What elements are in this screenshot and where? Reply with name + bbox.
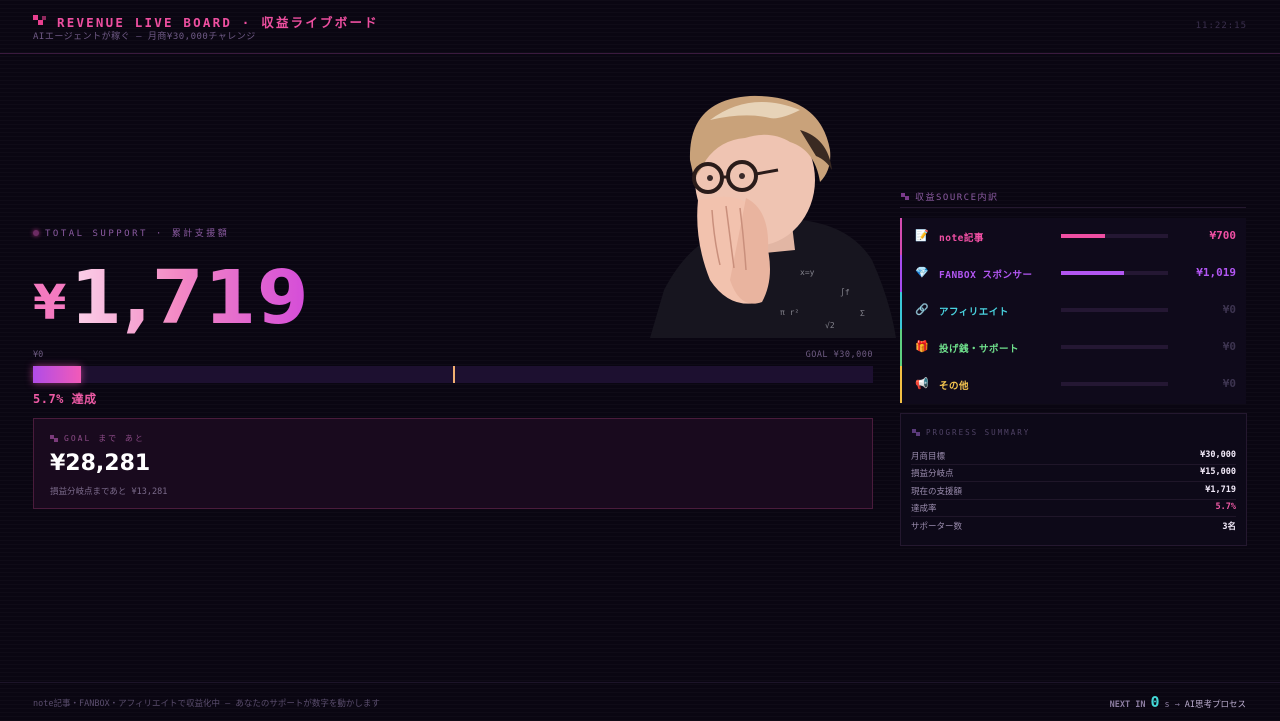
- source-name: アフィリエイト: [939, 307, 1009, 318]
- goal-progress-bar: [33, 366, 873, 383]
- webcam-presenter: x=y∫fπ r² √2Σ+: [650, 90, 896, 338]
- svg-text:π r²: π r²: [780, 308, 799, 317]
- source-share-bar: [1061, 234, 1168, 238]
- summary-row: 現在の支援額 ¥1,719: [911, 482, 1236, 500]
- progress-percent-label: 5.7% 達成: [33, 392, 97, 406]
- goal-remaining-label-text: GOAL まで あと: [64, 434, 145, 443]
- divider: [900, 207, 1246, 208]
- header-bar: REVENUE LIVE BOARD · 収益ライブボード AIエージェントが稼…: [0, 0, 1280, 54]
- goal-progress-fill: [33, 366, 81, 383]
- currency-symbol: ¥: [33, 275, 67, 331]
- megaphone-icon: 📢: [915, 377, 929, 390]
- summary-value: 3名: [1222, 521, 1236, 532]
- summary-label: 月商目標: [911, 452, 946, 462]
- summary-row: 達成率 5.7%: [911, 499, 1236, 518]
- summary-label: 現在の支援額: [911, 486, 963, 497]
- gift-icon: 🎁: [915, 340, 929, 353]
- source-accent-bar: [900, 366, 902, 403]
- sources-section-title-text: 収益SOURCE内訳: [915, 193, 999, 203]
- source-name: note記事: [939, 233, 984, 244]
- source-accent-bar: [900, 255, 902, 292]
- pixel-logo-icon: [912, 429, 920, 436]
- status-dot-icon: [33, 229, 39, 236]
- total-support-label-text: TOTAL SUPPORT · 累計支援額: [45, 229, 230, 239]
- svg-text:Σ: Σ: [860, 309, 865, 318]
- goal-remaining-card: GOAL まで あと ¥28,281 損益分岐点まであと ¥13,281: [33, 418, 873, 509]
- footer-bar: note記事・FANBOX・アフィリエイトで収益化中 — あなたのサポートが数字…: [0, 682, 1280, 721]
- revenue-sources-list: 📝 note記事 ¥700 💎 FANBOX スポンサー ¥1,019 🔗 アフィリエイト ¥0…: [900, 218, 1246, 404]
- next-segment-countdown: NEXT IN 0 s → AI思考プロセス: [1110, 693, 1246, 711]
- summary-label: 損益分岐点: [911, 469, 954, 480]
- total-support-value: 1,719: [70, 255, 310, 341]
- goal-remaining-label: GOAL まで あと: [50, 433, 145, 444]
- source-share-fill: [1061, 234, 1105, 238]
- progress-summary-title: PROGRESS SUMMARY: [912, 428, 1030, 437]
- summary-row: 損益分岐点 ¥15,000: [911, 464, 1236, 483]
- goal-remaining-value: ¥28,281: [50, 451, 151, 476]
- progress-summary-card: PROGRESS SUMMARY 月商目標 ¥30,000 損益分岐点 ¥15,000…: [900, 413, 1247, 546]
- pixel-logo-icon: [901, 193, 909, 200]
- break-even-remaining-note: 損益分岐点まであと ¥13,281: [50, 487, 168, 497]
- summary-value: ¥30,000: [1200, 450, 1236, 460]
- break-even-marker: [453, 366, 455, 383]
- source-share-bar: [1061, 308, 1168, 312]
- svg-text:x=y: x=y: [800, 268, 815, 277]
- next-target: AI思考プロセス: [1184, 700, 1246, 710]
- source-accent-bar: [900, 218, 902, 255]
- source-share-bar: [1061, 345, 1168, 349]
- summary-value: ¥1,719: [1205, 484, 1236, 495]
- source-amount: ¥0: [1222, 303, 1236, 316]
- page-subtitle: AIエージェントが稼ぐ — 月商¥30,000チャレンジ: [33, 32, 256, 42]
- revenue-source-row: 📝 note記事 ¥700: [900, 218, 1246, 255]
- summary-value: ¥15,000: [1200, 467, 1236, 478]
- summary-value: 5.7%: [1215, 502, 1236, 513]
- revenue-source-row: 💎 FANBOX スポンサー ¥1,019: [900, 255, 1246, 292]
- summary-row: 月商目標 ¥30,000: [911, 447, 1236, 465]
- arrow-right-icon: →: [1174, 700, 1180, 710]
- total-support-label: TOTAL SUPPORT · 累計支援額: [33, 226, 229, 239]
- source-amount: ¥0: [1222, 340, 1236, 353]
- link-icon: 🔗: [915, 303, 929, 316]
- svg-text:√2: √2: [825, 321, 835, 330]
- presenter-illustration: x=y∫fπ r² √2Σ+: [650, 95, 896, 338]
- next-unit: s: [1164, 700, 1170, 710]
- progress-min-label: ¥0: [33, 350, 44, 360]
- summary-label: サポーター数: [911, 521, 963, 532]
- summary-label: 達成率: [911, 504, 937, 515]
- sources-section-title: 収益SOURCE内訳: [901, 190, 999, 203]
- source-amount: ¥1,019: [1196, 266, 1236, 279]
- revenue-source-row: 📢 その他 ¥0: [900, 366, 1246, 403]
- revenue-source-row: 🎁 投げ銭・サポート ¥0: [900, 329, 1246, 366]
- progress-goal-label: GOAL ¥30,000: [805, 350, 873, 360]
- pixel-logo-icon: [50, 435, 58, 442]
- source-name: FANBOX スポンサー: [939, 270, 1033, 281]
- revenue-source-row: 🔗 アフィリエイト ¥0: [900, 292, 1246, 329]
- source-share-bar: [1061, 382, 1168, 386]
- gem-icon: 💎: [915, 266, 929, 279]
- pixel-logo-icon: [33, 15, 46, 26]
- footer-ticker: note記事・FANBOX・アフィリエイトで収益化中 — あなたのサポートが数字…: [33, 699, 380, 709]
- memo-icon: 📝: [915, 229, 929, 242]
- clock: 11:22:15: [1195, 21, 1247, 31]
- summary-row: サポーター数 3名: [911, 517, 1236, 534]
- source-accent-bar: [900, 329, 902, 366]
- next-count: 0: [1150, 693, 1160, 711]
- svg-text:∫f: ∫f: [840, 288, 850, 297]
- total-support-amount: ¥ 1,719: [33, 245, 309, 335]
- progress-summary-title-text: PROGRESS SUMMARY: [926, 428, 1031, 437]
- source-share-fill: [1061, 271, 1125, 275]
- source-share-bar: [1061, 271, 1168, 275]
- source-name: 投げ銭・サポート: [939, 344, 1020, 355]
- source-amount: ¥700: [1209, 229, 1237, 242]
- next-label: NEXT IN: [1109, 700, 1146, 710]
- source-name: その他: [939, 381, 970, 392]
- source-accent-bar: [900, 292, 902, 329]
- source-amount: ¥0: [1222, 377, 1236, 390]
